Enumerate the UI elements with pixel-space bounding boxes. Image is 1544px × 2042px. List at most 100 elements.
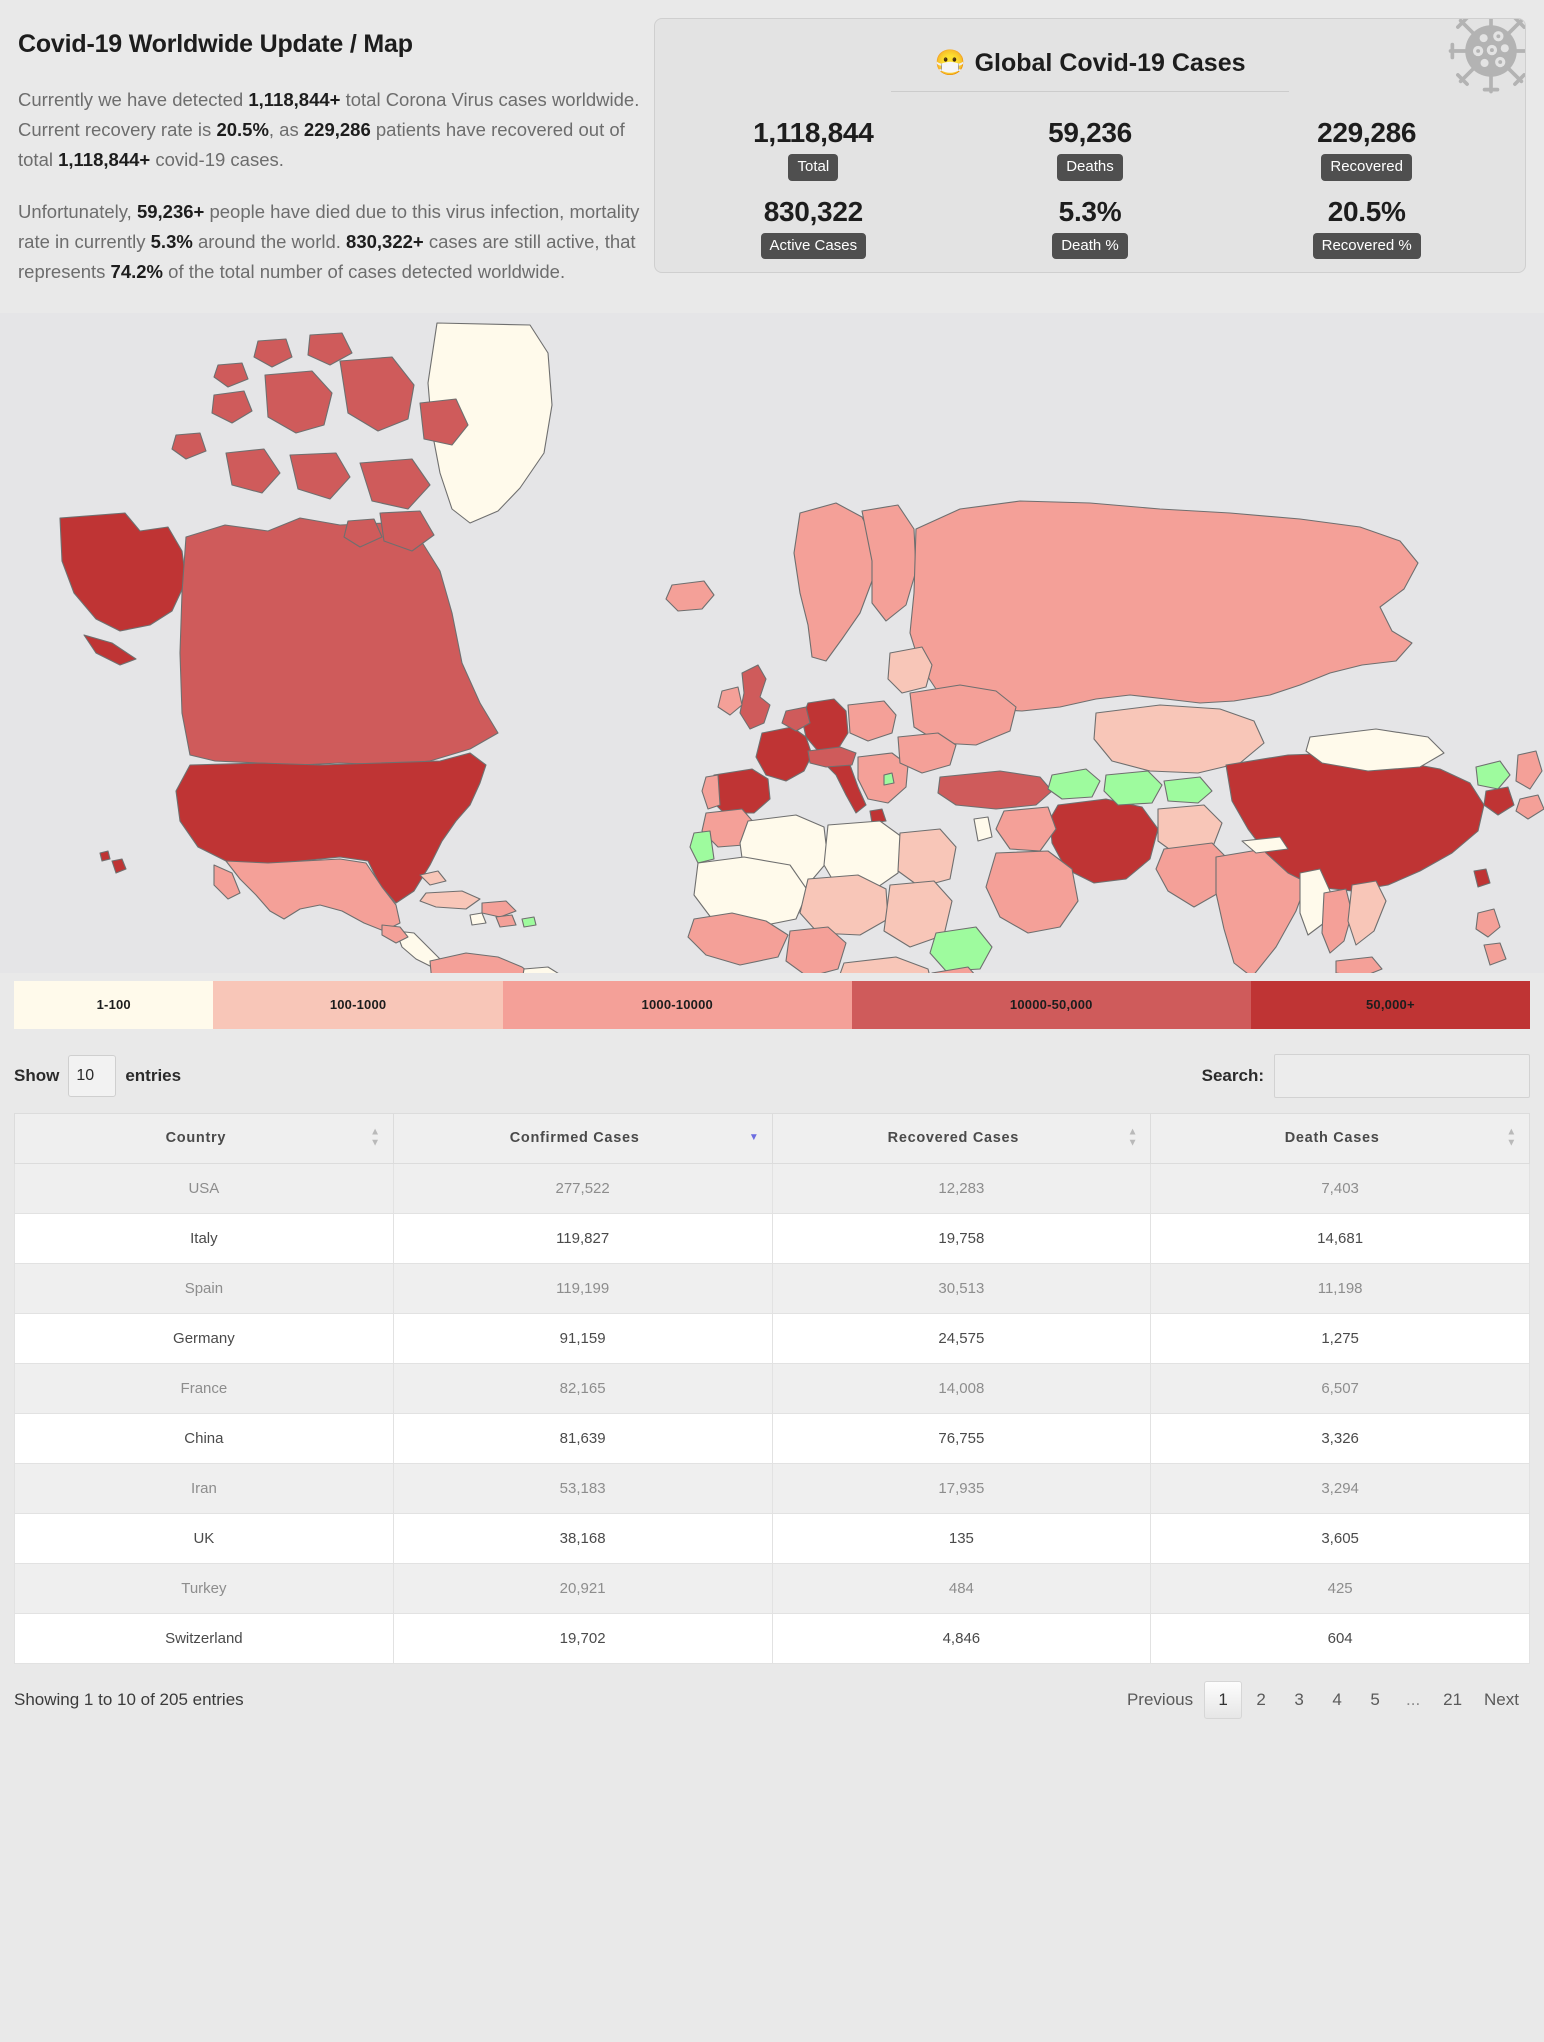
search-input[interactable] <box>1274 1053 1530 1098</box>
search-control: Search: <box>1201 1053 1530 1098</box>
pagination-page-21[interactable]: 21 <box>1432 1681 1473 1719</box>
country-niger-chad[interactable] <box>799 874 889 936</box>
cell-deaths: 14,681 <box>1150 1212 1530 1264</box>
stat-total: 1,118,844 Total <box>675 118 952 181</box>
top-section: Covid-19 Worldwide Update / Map Currentl… <box>0 0 1544 309</box>
p1-stat-total: 1,118,844+ <box>248 89 341 110</box>
legend-label-3: 1000-10000 <box>641 997 713 1013</box>
p1-part-e: covid-19 cases. <box>150 148 284 170</box>
table-row[interactable]: France 82,165 14,008 6,507 <box>14 1362 1530 1414</box>
legend-item-2[interactable]: 100-1000 <box>213 980 503 1029</box>
stat-deaths-label: Deaths <box>1057 154 1123 181</box>
intro-paragraph-1: Currently we have detected 1,118,844+ to… <box>18 85 640 175</box>
p1-stat-recovered-pct: 20.5% <box>216 118 269 140</box>
table-row[interactable]: Turkey 20,921 484 425 <box>14 1562 1530 1614</box>
column-header-confirmed[interactable]: Confirmed Cases ▼ <box>392 1112 773 1164</box>
table-row[interactable]: UK 38,168 135 3,605 <box>14 1512 1530 1564</box>
pagination-previous[interactable]: Previous <box>1116 1681 1204 1719</box>
country-turkey[interactable] <box>937 770 1053 810</box>
table-row[interactable]: Iran 53,183 17,935 3,294 <box>14 1462 1530 1514</box>
table-row[interactable]: China 81,639 76,755 3,326 <box>14 1412 1530 1464</box>
cell-country: Germany <box>14 1312 394 1364</box>
page-title: Covid-19 Worldwide Update / Map <box>18 30 413 58</box>
intro-paragraph-2: Unfortunately, 59,236+ people have died … <box>18 197 640 287</box>
pagination-next[interactable]: Next <box>1473 1681 1530 1719</box>
sort-icon-country[interactable]: ▲ ▼ <box>370 1127 381 1149</box>
card-title-row: 😷 Global Covid-19 Cases <box>675 49 1505 78</box>
cell-deaths: 425 <box>1150 1562 1530 1614</box>
world-map-svg[interactable] <box>0 312 1544 973</box>
map-legend: 1-100 100-1000 1000-10000 10000-50,000 5… <box>14 980 1530 1029</box>
cell-confirmed: 91,159 <box>392 1312 773 1364</box>
stat-recovered-value: 229,286 <box>1317 117 1417 148</box>
search-label: Search: <box>1201 1065 1264 1085</box>
cell-confirmed: 38,168 <box>392 1512 773 1564</box>
legend-label-2: 100-1000 <box>329 997 387 1013</box>
pagination-page-4[interactable]: 4 <box>1318 1681 1356 1719</box>
p1-part-c: , as <box>268 118 304 140</box>
cell-country: China <box>14 1412 394 1464</box>
stat-active-value: 830,322 <box>763 195 863 227</box>
entries-per-page-input[interactable] <box>68 1054 117 1097</box>
legend-label-5: 50,000+ <box>1365 997 1415 1013</box>
p2-part-a: Unfortunately, <box>18 200 137 222</box>
pagination-page-3[interactable]: 3 <box>1280 1681 1318 1719</box>
cell-deaths: 6,507 <box>1150 1362 1530 1414</box>
table-row[interactable]: Italy 119,827 19,758 14,681 <box>14 1212 1530 1264</box>
cell-confirmed: 277,522 <box>392 1162 773 1214</box>
cell-recovered: 76,755 <box>771 1412 1152 1464</box>
stat-active-cases: 830,322 Active Cases <box>675 195 952 260</box>
country-baltics[interactable] <box>887 646 933 694</box>
column-header-deaths[interactable]: Death Cases ▲ ▼ <box>1150 1112 1530 1164</box>
stat-grid: 1,118,844 Total 59,236 Deaths 229,286 Re… <box>675 118 1505 260</box>
cell-recovered: 17,935 <box>771 1462 1152 1514</box>
pagination-page-5[interactable]: 5 <box>1356 1681 1394 1719</box>
column-header-country[interactable]: Country ▲ ▼ <box>14 1112 394 1164</box>
table-row[interactable]: USA 277,522 12,283 7,403 <box>14 1162 1530 1214</box>
stat-recovered-percent: 20.5% Recovered % <box>1228 196 1505 260</box>
table-row[interactable]: Spain 119,199 30,513 11,198 <box>14 1262 1530 1314</box>
legend-item-5[interactable]: 50,000+ <box>1250 980 1530 1029</box>
p2-part-c: around the world. <box>192 230 347 252</box>
legend-item-1[interactable]: 1-100 <box>14 980 214 1029</box>
sort-icon-confirmed-desc[interactable]: ▼ <box>749 1133 760 1143</box>
country-switzerland-austria[interactable] <box>807 746 857 768</box>
table-row[interactable]: Germany 91,159 24,575 1,275 <box>14 1312 1530 1364</box>
column-label-deaths: Death Cases <box>1284 1130 1380 1147</box>
table-row[interactable]: Switzerland 19,702 4,846 604 <box>14 1612 1530 1664</box>
mask-face-icon: 😷 <box>934 49 966 77</box>
pagination: Previous 1 2 3 4 5 ... 21 Next <box>1116 1680 1530 1719</box>
cell-recovered: 12,283 <box>771 1162 1152 1214</box>
legend-item-4[interactable]: 10000-50,000 <box>851 980 1251 1029</box>
cell-country: Italy <box>14 1212 394 1264</box>
sort-icon-recovered[interactable]: ▲ ▼ <box>1128 1127 1139 1149</box>
entries-label: entries <box>125 1065 182 1085</box>
column-header-recovered[interactable]: Recovered Cases ▲ ▼ <box>771 1112 1152 1164</box>
cell-deaths: 604 <box>1150 1612 1530 1664</box>
table-header-row: Country ▲ ▼ Confirmed Cases ▼ Recovered C… <box>14 1112 1530 1164</box>
cell-confirmed: 20,921 <box>392 1562 773 1614</box>
pagination-page-1[interactable]: 1 <box>1204 1680 1243 1719</box>
p2-stat-active: 830,322+ <box>346 230 424 252</box>
world-map[interactable] <box>0 312 1544 973</box>
stat-total-label: Total <box>788 154 839 181</box>
pagination-page-2[interactable]: 2 <box>1242 1681 1280 1719</box>
country-kosovo[interactable] <box>883 772 895 786</box>
card-divider <box>890 91 1290 92</box>
cell-deaths: 1,275 <box>1150 1312 1530 1364</box>
column-label-country: Country <box>165 1130 227 1147</box>
cell-recovered: 24,575 <box>771 1312 1152 1364</box>
cell-deaths: 11,198 <box>1150 1262 1530 1314</box>
cell-country: France <box>14 1362 394 1414</box>
pagination-ellipsis: ... <box>1394 1681 1432 1719</box>
legend-label-1: 1-100 <box>96 997 131 1013</box>
cell-country: Switzerland <box>14 1612 394 1664</box>
stat-recovered: 229,286 Recovered <box>1228 118 1505 181</box>
sort-icon-deaths[interactable]: ▲ ▼ <box>1506 1127 1517 1149</box>
country-turkmenistan[interactable] <box>1103 770 1163 806</box>
cell-country: Turkey <box>14 1562 394 1614</box>
legend-item-3[interactable]: 1000-10000 <box>502 980 852 1029</box>
p2-stat-death-pct: 5.3% <box>150 230 193 252</box>
cell-confirmed: 53,183 <box>392 1462 773 1514</box>
stat-deaths: 59,236 Deaths <box>952 118 1229 181</box>
